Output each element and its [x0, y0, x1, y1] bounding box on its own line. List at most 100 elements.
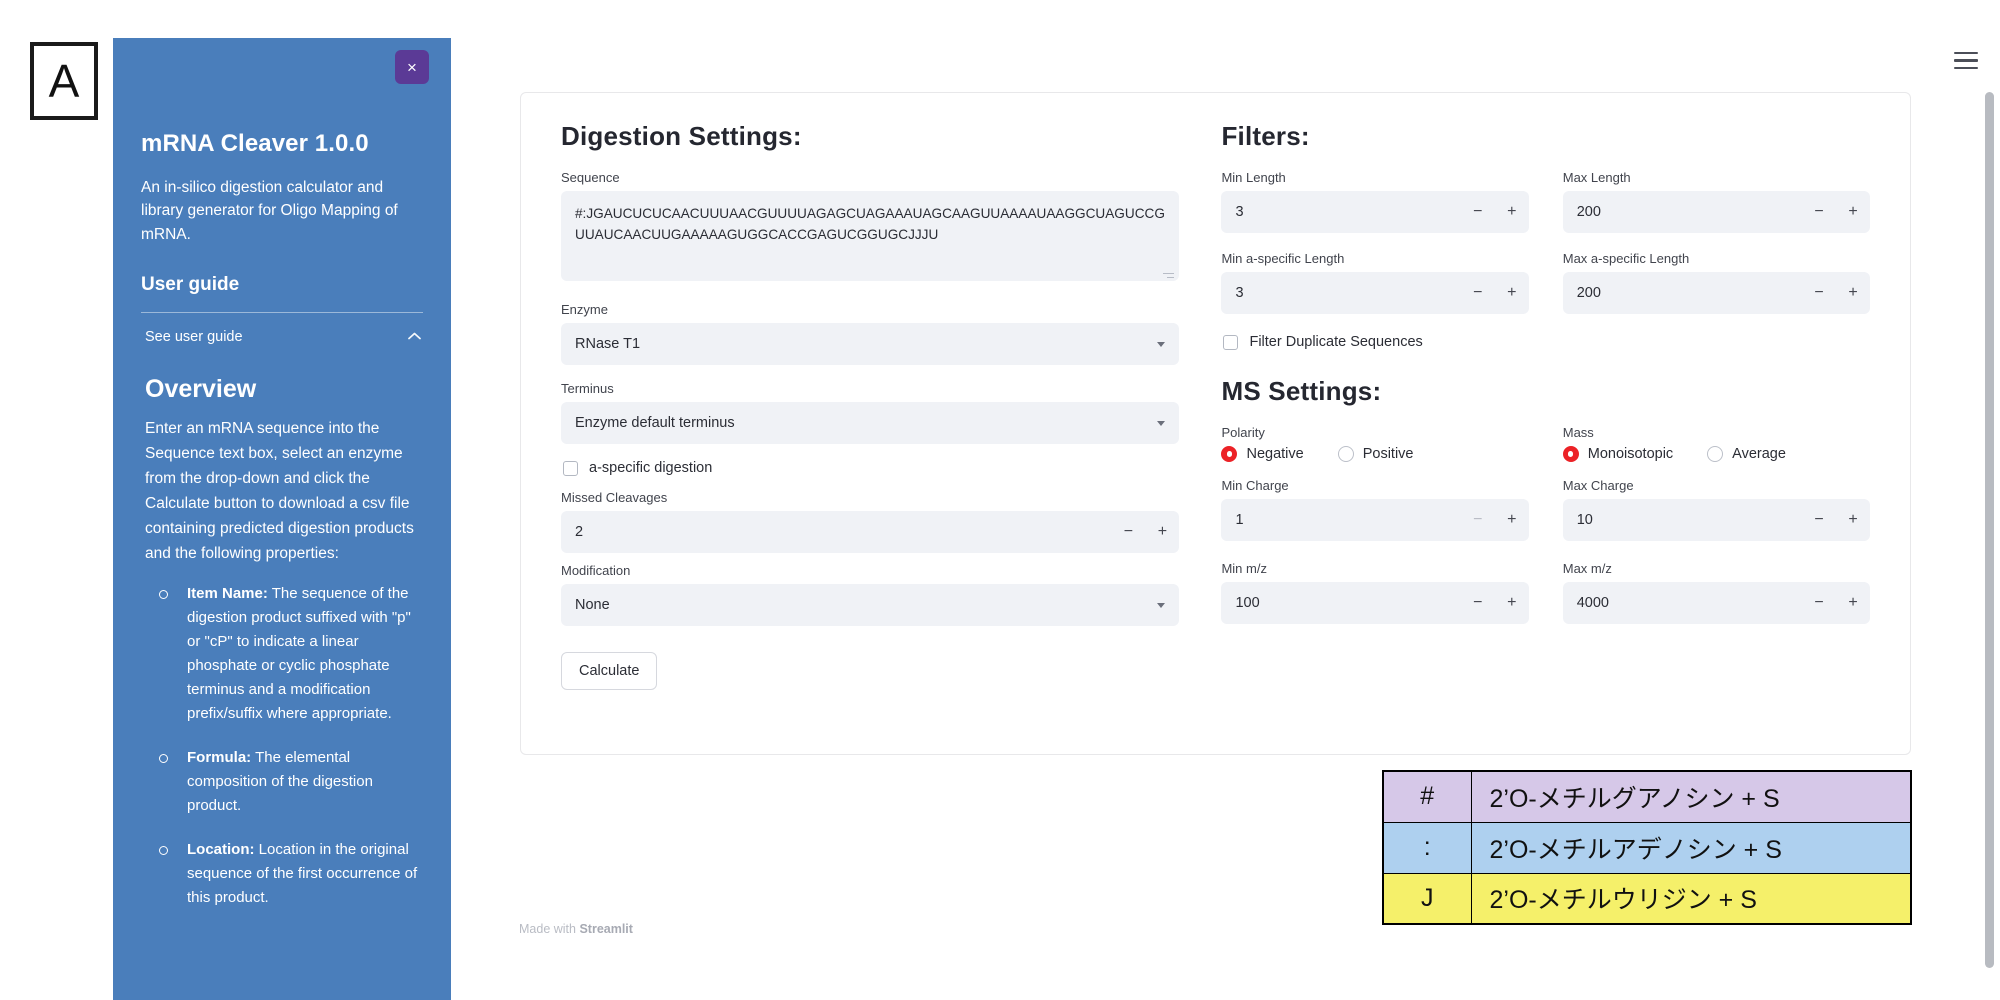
- app-root: A × mRNA Cleaver 1.0.0 An in-silico dige…: [0, 0, 2000, 1000]
- chevron-down-icon: [1157, 421, 1165, 426]
- sequence-label: Sequence: [561, 170, 1179, 185]
- hamburger-menu-icon[interactable]: [1954, 52, 1978, 74]
- max-mz-value[interactable]: 4000: [1577, 595, 1802, 611]
- min-length-stepper[interactable]: 3 − +: [1221, 191, 1528, 233]
- streamlit-footer: Made with Streamlit: [519, 922, 633, 936]
- min-aspecific-length-value[interactable]: 3: [1235, 285, 1460, 301]
- missed-cleavages-value[interactable]: 2: [575, 524, 1111, 540]
- radio-icon: [1221, 446, 1237, 462]
- max-aspecific-decrement[interactable]: −: [1802, 272, 1836, 314]
- min-mz-increment[interactable]: +: [1495, 582, 1529, 624]
- max-mz-decrement[interactable]: −: [1802, 582, 1836, 624]
- bullet-term: Item Name:: [187, 585, 268, 602]
- legend-description: 2’O-メチルアデノシン + S: [1471, 822, 1911, 873]
- vertical-scrollbar[interactable]: [1985, 92, 1994, 968]
- missed-cleavages-label: Missed Cleavages: [561, 490, 1179, 505]
- max-length-increment[interactable]: +: [1836, 191, 1870, 233]
- min-mz-label: Min m/z: [1221, 561, 1528, 576]
- sequence-field-wrapper: #:JGAUCUCUCAACUUUAACGUUUUAGAGCUAGAAAUAGC…: [561, 191, 1179, 286]
- mass-option-average-label: Average: [1732, 446, 1786, 462]
- max-charge-stepper[interactable]: 10 − +: [1563, 499, 1870, 541]
- min-aspecific-length-stepper[interactable]: 3 − +: [1221, 272, 1528, 314]
- checkbox-icon[interactable]: [563, 461, 578, 476]
- mass-option-monoisotopic[interactable]: Monoisotopic: [1563, 446, 1673, 462]
- chevron-up-icon: [408, 328, 421, 343]
- missed-cleavages-increment[interactable]: +: [1145, 511, 1179, 553]
- max-mz-increment[interactable]: +: [1836, 582, 1870, 624]
- bullet-term: Location:: [187, 841, 255, 858]
- overview-bullet-list: Item Name: The sequence of the digestion…: [145, 582, 423, 910]
- legend-symbol: J: [1383, 873, 1471, 924]
- app-description: An in-silico digestion calculator and li…: [141, 176, 423, 246]
- min-length-decrement[interactable]: −: [1461, 191, 1495, 233]
- table-row: : 2’O-メチルアデノシン + S: [1383, 822, 1911, 873]
- overview-title: Overview: [145, 375, 423, 404]
- max-aspecific-length-value[interactable]: 200: [1577, 285, 1802, 301]
- min-mz-value[interactable]: 100: [1235, 595, 1460, 611]
- digestion-settings-heading: Digestion Settings:: [561, 121, 1179, 152]
- legend-symbol: :: [1383, 822, 1471, 873]
- sidebar: × mRNA Cleaver 1.0.0 An in-silico digest…: [113, 38, 451, 1000]
- max-aspecific-length-stepper[interactable]: 200 − +: [1563, 272, 1870, 314]
- table-row: J 2’O-メチルウリジン + S: [1383, 873, 1911, 924]
- min-length-value[interactable]: 3: [1235, 204, 1460, 220]
- sidebar-close-button[interactable]: ×: [395, 50, 429, 84]
- modification-legend-table: # 2’O-メチルグアノシン + S : 2’O-メチルアデノシン + S J …: [1382, 770, 1912, 925]
- filter-duplicates-checkbox-row[interactable]: Filter Duplicate Sequences: [1223, 334, 1870, 350]
- ms-settings-heading: MS Settings:: [1221, 376, 1870, 407]
- filters-ms-column: Filters: Min Length 3 − + Max Length 2: [1221, 121, 1870, 690]
- polarity-option-positive[interactable]: Positive: [1338, 446, 1414, 462]
- polarity-option-negative-label: Negative: [1246, 446, 1303, 462]
- min-charge-value[interactable]: 1: [1235, 512, 1460, 528]
- mass-option-average[interactable]: Average: [1707, 446, 1786, 462]
- calculate-button[interactable]: Calculate: [561, 652, 657, 690]
- sequence-input[interactable]: #:JGAUCUCUCAACUUUAACGUUUUAGAGCUAGAAAUAGC…: [561, 191, 1179, 281]
- aspecific-digestion-checkbox-row[interactable]: a-specific digestion: [563, 460, 1179, 476]
- app-logo: A: [30, 42, 98, 120]
- enzyme-label: Enzyme: [561, 302, 1179, 317]
- max-charge-decrement[interactable]: −: [1802, 499, 1836, 541]
- checkbox-icon[interactable]: [1223, 335, 1238, 350]
- radio-icon: [1707, 446, 1723, 462]
- mass-option-monoisotopic-label: Monoisotopic: [1588, 446, 1673, 462]
- missed-cleavages-stepper[interactable]: 2 − +: [561, 511, 1179, 553]
- footer-prefix: Made with: [519, 922, 579, 936]
- settings-card: Digestion Settings: Sequence #:JGAUCUCUC…: [520, 92, 1911, 755]
- min-aspecific-decrement[interactable]: −: [1461, 272, 1495, 314]
- bullet-text: The sequence of the digestion product su…: [187, 585, 411, 722]
- polarity-option-positive-label: Positive: [1363, 446, 1414, 462]
- max-charge-increment[interactable]: +: [1836, 499, 1870, 541]
- max-aspecific-increment[interactable]: +: [1836, 272, 1870, 314]
- min-charge-increment[interactable]: +: [1495, 499, 1529, 541]
- polarity-radio-group: Negative Positive: [1221, 446, 1528, 462]
- min-mz-decrement[interactable]: −: [1461, 582, 1495, 624]
- missed-cleavages-decrement[interactable]: −: [1111, 511, 1145, 553]
- enzyme-select[interactable]: RNase T1: [561, 323, 1179, 365]
- radio-icon: [1338, 446, 1354, 462]
- min-mz-stepper[interactable]: 100 − +: [1221, 582, 1528, 624]
- modification-selected-value: None: [575, 597, 610, 613]
- max-length-decrement[interactable]: −: [1802, 191, 1836, 233]
- min-charge-stepper[interactable]: 1 − +: [1221, 499, 1528, 541]
- max-length-value[interactable]: 200: [1577, 204, 1802, 220]
- min-charge-label: Min Charge: [1221, 478, 1528, 493]
- max-length-stepper[interactable]: 200 − +: [1563, 191, 1870, 233]
- terminus-selected-value: Enzyme default terminus: [575, 415, 735, 431]
- min-charge-decrement[interactable]: −: [1461, 499, 1495, 541]
- polarity-option-negative[interactable]: Negative: [1221, 446, 1303, 462]
- enzyme-selected-value: RNase T1: [575, 336, 640, 352]
- see-user-guide-toggle[interactable]: See user guide: [141, 313, 423, 361]
- legend-symbol: #: [1383, 771, 1471, 822]
- max-mz-label: Max m/z: [1563, 561, 1870, 576]
- legend-description: 2’O-メチルグアノシン + S: [1471, 771, 1911, 822]
- max-charge-value[interactable]: 10: [1577, 512, 1802, 528]
- sidebar-section-heading: User guide: [141, 274, 423, 296]
- mass-radio-group: Monoisotopic Average: [1563, 446, 1870, 462]
- min-length-increment[interactable]: +: [1495, 191, 1529, 233]
- terminus-select[interactable]: Enzyme default terminus: [561, 402, 1179, 444]
- modification-select[interactable]: None: [561, 584, 1179, 626]
- footer-brand[interactable]: Streamlit: [579, 922, 633, 936]
- min-aspecific-increment[interactable]: +: [1495, 272, 1529, 314]
- table-row: # 2’O-メチルグアノシン + S: [1383, 771, 1911, 822]
- max-mz-stepper[interactable]: 4000 − +: [1563, 582, 1870, 624]
